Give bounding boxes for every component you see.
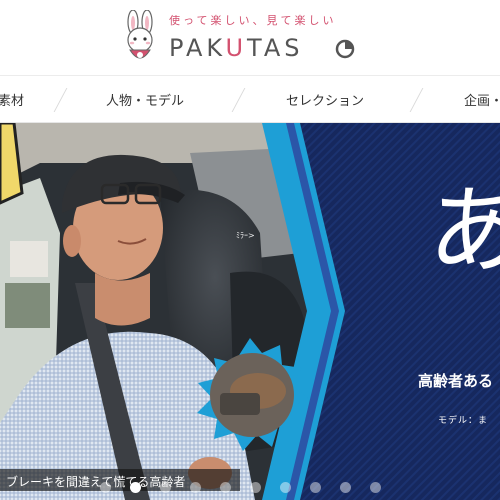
slider-dot[interactable] [280, 482, 291, 493]
slider-dot[interactable] [100, 482, 111, 493]
site-brand-name: PAKUTAS [169, 34, 303, 62]
slider-dot[interactable] [250, 482, 261, 493]
main-nav: 素材 人物・モデル セレクション 企画・ [0, 75, 500, 123]
slider-dot[interactable] [340, 482, 351, 493]
brand-letter-u: U [225, 34, 248, 62]
brand-ring-icon [335, 39, 355, 59]
brand-prefix: PAK [169, 34, 226, 62]
mirror-label: ﾐﾗｰ> [236, 231, 255, 240]
slider-dot[interactable] [220, 482, 231, 493]
nav-divider [53, 88, 68, 112]
nav-item-materials[interactable]: 素材 [0, 90, 24, 109]
slider-pagination [100, 482, 420, 496]
slider-dot[interactable] [160, 482, 171, 493]
rabbit-mascot-icon [127, 10, 153, 59]
slide-headline-char: あ [428, 175, 500, 287]
nav-divider [231, 88, 246, 112]
site-tagline: 使って楽しい、見て楽しい [169, 14, 337, 27]
nav-item-projects[interactable]: 企画・ [464, 90, 500, 109]
slide-model-credit: モデル：ま [438, 416, 489, 426]
brand-suffix: TAS [247, 34, 304, 62]
nav-divider [409, 88, 424, 112]
hero-photo-elderly-driver [0, 123, 500, 500]
site-header: 使って楽しい、見て楽しい PAKUTAS [0, 0, 500, 75]
slider-dot[interactable] [310, 482, 321, 493]
slide-subtitle: 高齢者ある [418, 372, 494, 390]
slider-dot[interactable] [130, 482, 141, 493]
nav-item-selection[interactable]: セレクション [286, 90, 364, 109]
site-logo[interactable]: 使って楽しい、見て楽しい PAKUTAS [113, 6, 373, 70]
nav-item-people-models[interactable]: 人物・モデル [106, 90, 184, 109]
slider-dot[interactable] [190, 482, 201, 493]
hero-slider[interactable]: あ ﾐﾗｰ> 高齢者ある モデル：ま ブレーキを間違えて慌てる高齢者 [0, 123, 500, 500]
slider-dot[interactable] [370, 482, 381, 493]
